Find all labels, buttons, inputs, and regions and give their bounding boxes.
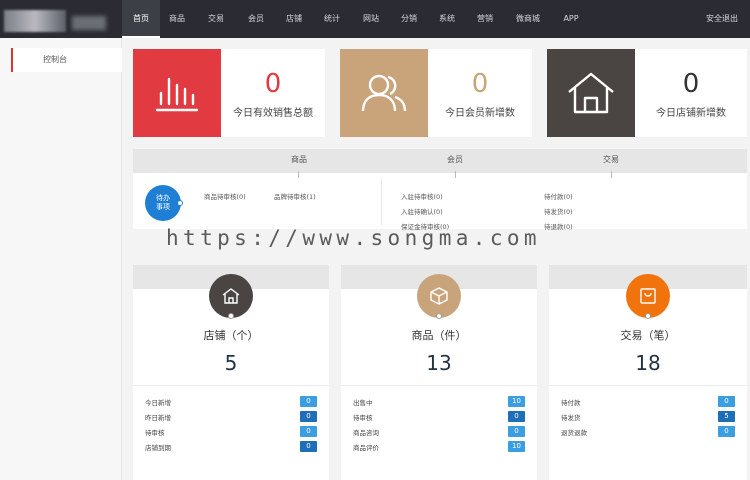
stat-value: 0 (264, 69, 282, 99)
stat-card-members: 0 今日会员新增数 (340, 49, 532, 137)
stat-card-stores: 0 今日店铺新增数 (547, 49, 747, 137)
pending-link[interactable]: 品牌待审核(1) (274, 191, 316, 201)
table-row[interactable]: 出售中 10 (353, 396, 525, 409)
stat-value: 0 (682, 69, 700, 99)
sidebar-item-dashboard[interactable]: 控制台 (11, 48, 122, 72)
pending-col-member: 会员 (447, 155, 463, 164)
bar-chart-icon (155, 77, 199, 112)
stat-label: 今日会员新增数 (445, 108, 515, 119)
house-icon (568, 72, 614, 114)
shop-icon (209, 274, 253, 318)
nav-marketing[interactable]: 营销 (469, 0, 501, 38)
table-row[interactable]: 商品评价 10 (353, 441, 525, 454)
stat-card-sales: 0 今日有效销售总额 (133, 49, 325, 137)
table-row[interactable]: 待发货 5 (561, 411, 735, 424)
nav-distribution[interactable]: 分销 (393, 0, 425, 38)
stat-label: 今日有效销售总额 (233, 108, 313, 119)
panel-title: 交易（笔） (620, 329, 676, 342)
nav-website[interactable]: 网站 (355, 0, 387, 38)
logo[interactable] (0, 0, 122, 38)
panel-title: 店铺（个） (203, 329, 259, 342)
users-icon (361, 74, 407, 112)
pending-panel: 商品 会员 交易 待办 事项 商品待审核(0) 品牌待审核(1) 入驻待审核(0… (133, 149, 747, 231)
pending-col-trade: 交易 (603, 155, 619, 164)
sidebar: 控制台 (0, 38, 122, 480)
table-row[interactable]: 退货退款 0 (561, 426, 735, 439)
nav-home[interactable]: 首页 (122, 0, 160, 38)
pending-header: 商品 会员 交易 (133, 149, 747, 178)
stat-icon-box (340, 49, 428, 137)
table-row[interactable]: 待审核 0 (353, 411, 525, 424)
pending-col-goods: 商品 (291, 155, 307, 164)
stat-icon-box (133, 49, 221, 137)
pending-link[interactable]: 入驻待审核(0) (401, 191, 443, 201)
pending-link[interactable]: 待付款(0) (544, 191, 573, 201)
nav-goods[interactable]: 商品 (162, 0, 192, 38)
nav-app[interactable]: APP (556, 0, 586, 38)
panel-stores: 店铺（个） 5 今日新增 0 昨日新增 0 待审核 0 店铺到期 0 (133, 265, 329, 480)
watermark: https://www.songma.com (166, 226, 541, 250)
logout-link[interactable]: 安全退出 (706, 0, 738, 38)
table-row[interactable]: 商品咨询 0 (353, 426, 525, 439)
panel-trade: 交易（笔） 18 待付款 0 待发货 5 退货退款 0 (549, 265, 747, 480)
panel-value: 18 (635, 351, 661, 375)
stat-label: 今日店铺新增数 (656, 108, 726, 119)
panel-title: 商品（件） (411, 329, 467, 342)
pending-link[interactable]: 商品待审核(0) (204, 191, 246, 201)
stat-value: 0 (471, 69, 489, 99)
panel-value: 5 (224, 351, 238, 375)
nav-member[interactable]: 会员 (240, 0, 272, 38)
nav-system[interactable]: 系统 (431, 0, 463, 38)
top-navbar: 首页 商品 交易 会员 店铺 统计 网站 分销 系统 营销 微商城 APP 安全… (0, 0, 750, 38)
table-row[interactable]: 待付款 0 (561, 396, 735, 409)
pending-link[interactable]: 入驻待确认(0) (401, 206, 443, 216)
pending-link[interactable]: 待发货(0) (544, 206, 573, 216)
stat-icon-box (547, 49, 635, 137)
panel-value: 13 (426, 351, 452, 375)
table-row[interactable]: 待审核 0 (145, 426, 317, 439)
box-icon (417, 274, 461, 318)
table-row[interactable]: 店铺到期 0 (145, 441, 317, 454)
panel-goods: 商品（件） 13 出售中 10 待审核 0 商品咨询 0 商品评价 10 (341, 265, 537, 480)
nav-store[interactable]: 店铺 (278, 0, 310, 38)
table-row[interactable]: 昨日新增 0 (145, 411, 317, 424)
nav-wechat-mall[interactable]: 微商城 (508, 0, 548, 38)
table-row[interactable]: 今日新增 0 (145, 396, 317, 409)
todo-badge: 待办 事项 (145, 185, 181, 221)
pending-link[interactable]: 待退款(0) (544, 221, 573, 231)
nav-stats[interactable]: 统计 (316, 0, 348, 38)
nav-trade[interactable]: 交易 (200, 0, 232, 38)
bag-icon (626, 274, 670, 318)
